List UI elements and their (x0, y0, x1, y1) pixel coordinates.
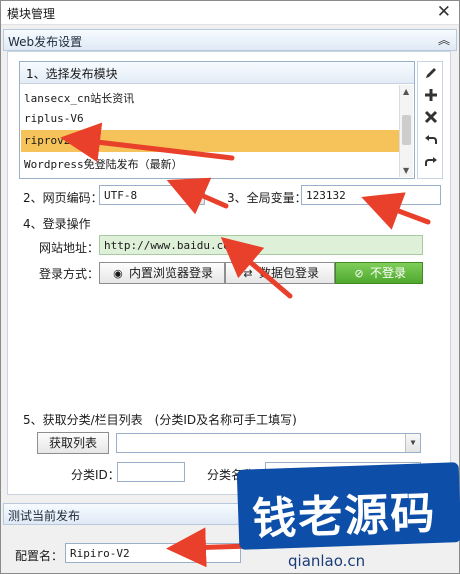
encoding-select[interactable]: UTF-8 ▼ (99, 185, 205, 205)
web-settings-label: Web发布设置 (8, 35, 83, 49)
undo-icon[interactable] (424, 132, 438, 146)
watermark-url: qianlao.cn (288, 552, 366, 570)
browser-icon: ◉ (113, 267, 123, 280)
watermark-logo: 钱老源码 (236, 462, 460, 550)
list-item[interactable]: riplus-V6 (21, 108, 399, 130)
category-select[interactable]: ▼ (116, 433, 421, 453)
chevron-up-double-icon[interactable]: ︽ (438, 31, 450, 48)
scroll-up-icon[interactable]: ▲ (403, 87, 409, 96)
packet-login-button[interactable]: ⇄ 数据包登录 (225, 262, 335, 284)
scroll-thumb[interactable] (402, 115, 411, 145)
window-title: 模块管理 (7, 7, 56, 21)
category-section-label: 5、获取分类/栏目列表 (分类ID及名称可手工填写) (23, 413, 297, 427)
no-login-button[interactable]: ⊘ 不登录 (335, 262, 423, 284)
redo-icon[interactable] (424, 154, 438, 168)
config-name-input[interactable]: Ripiro-V2 (65, 543, 241, 563)
packet-login-label: 数据包登录 (258, 266, 319, 280)
encoding-label: 2、网页编码： (23, 191, 103, 205)
chevron-down-icon[interactable]: ▼ (405, 434, 420, 452)
site-url-input[interactable]: http://www.baidu.com (99, 235, 423, 255)
config-name-label: 配置名： (15, 549, 64, 563)
module-list-header: 1、选择发布模块 (20, 62, 414, 84)
global-var-label: 3、全局变量： (227, 191, 307, 205)
shuffle-icon: ⇄ (243, 267, 253, 280)
list-item[interactable]: lansecx_cn站长资讯 (21, 86, 399, 108)
list-scrollbar[interactable]: ▲ ▼ (399, 85, 413, 177)
web-settings-header[interactable]: Web发布设置 ︽ (3, 29, 457, 51)
close-icon[interactable]: ✕ (437, 2, 451, 22)
fetch-list-button[interactable]: 获取列表 (37, 432, 109, 454)
login-method-label: 登录方式： (39, 267, 100, 281)
block-icon: ⊘ (354, 267, 364, 280)
watermark-text: 钱老源码 (251, 487, 438, 546)
step1-label: 1、选择发布模块 (26, 67, 118, 81)
module-toolbar (417, 61, 443, 179)
scroll-down-icon[interactable]: ▼ (403, 166, 409, 175)
list-item[interactable]: Wordpress免登陆发布（最新） (21, 152, 399, 174)
login-section-label: 4、登录操作 (23, 217, 91, 231)
no-login-label: 不登录 (369, 266, 406, 280)
add-icon[interactable] (424, 88, 438, 102)
edit-icon[interactable] (424, 66, 438, 80)
encoding-value: UTF-8 (104, 189, 138, 202)
category-id-input[interactable] (117, 462, 185, 482)
category-id-label: 分类ID： (71, 468, 120, 482)
module-list: 1、选择发布模块 lansecx_cn站长资讯 riplus-V6 riprov… (19, 61, 415, 179)
list-item-selected[interactable]: riprov2 (21, 130, 399, 152)
global-var-input[interactable]: 123132 (301, 185, 441, 205)
builtin-browser-login-label: 内置浏览器登录 (128, 266, 213, 280)
chevron-down-icon[interactable]: ▼ (189, 186, 204, 204)
delete-icon[interactable] (424, 110, 438, 124)
test-section-label: 测试当前发布 (8, 509, 81, 523)
site-url-label: 网站地址： (39, 241, 100, 255)
title-bar: 模块管理 ✕ (1, 1, 459, 25)
builtin-browser-login-button[interactable]: ◉ 内置浏览器登录 (99, 262, 225, 284)
